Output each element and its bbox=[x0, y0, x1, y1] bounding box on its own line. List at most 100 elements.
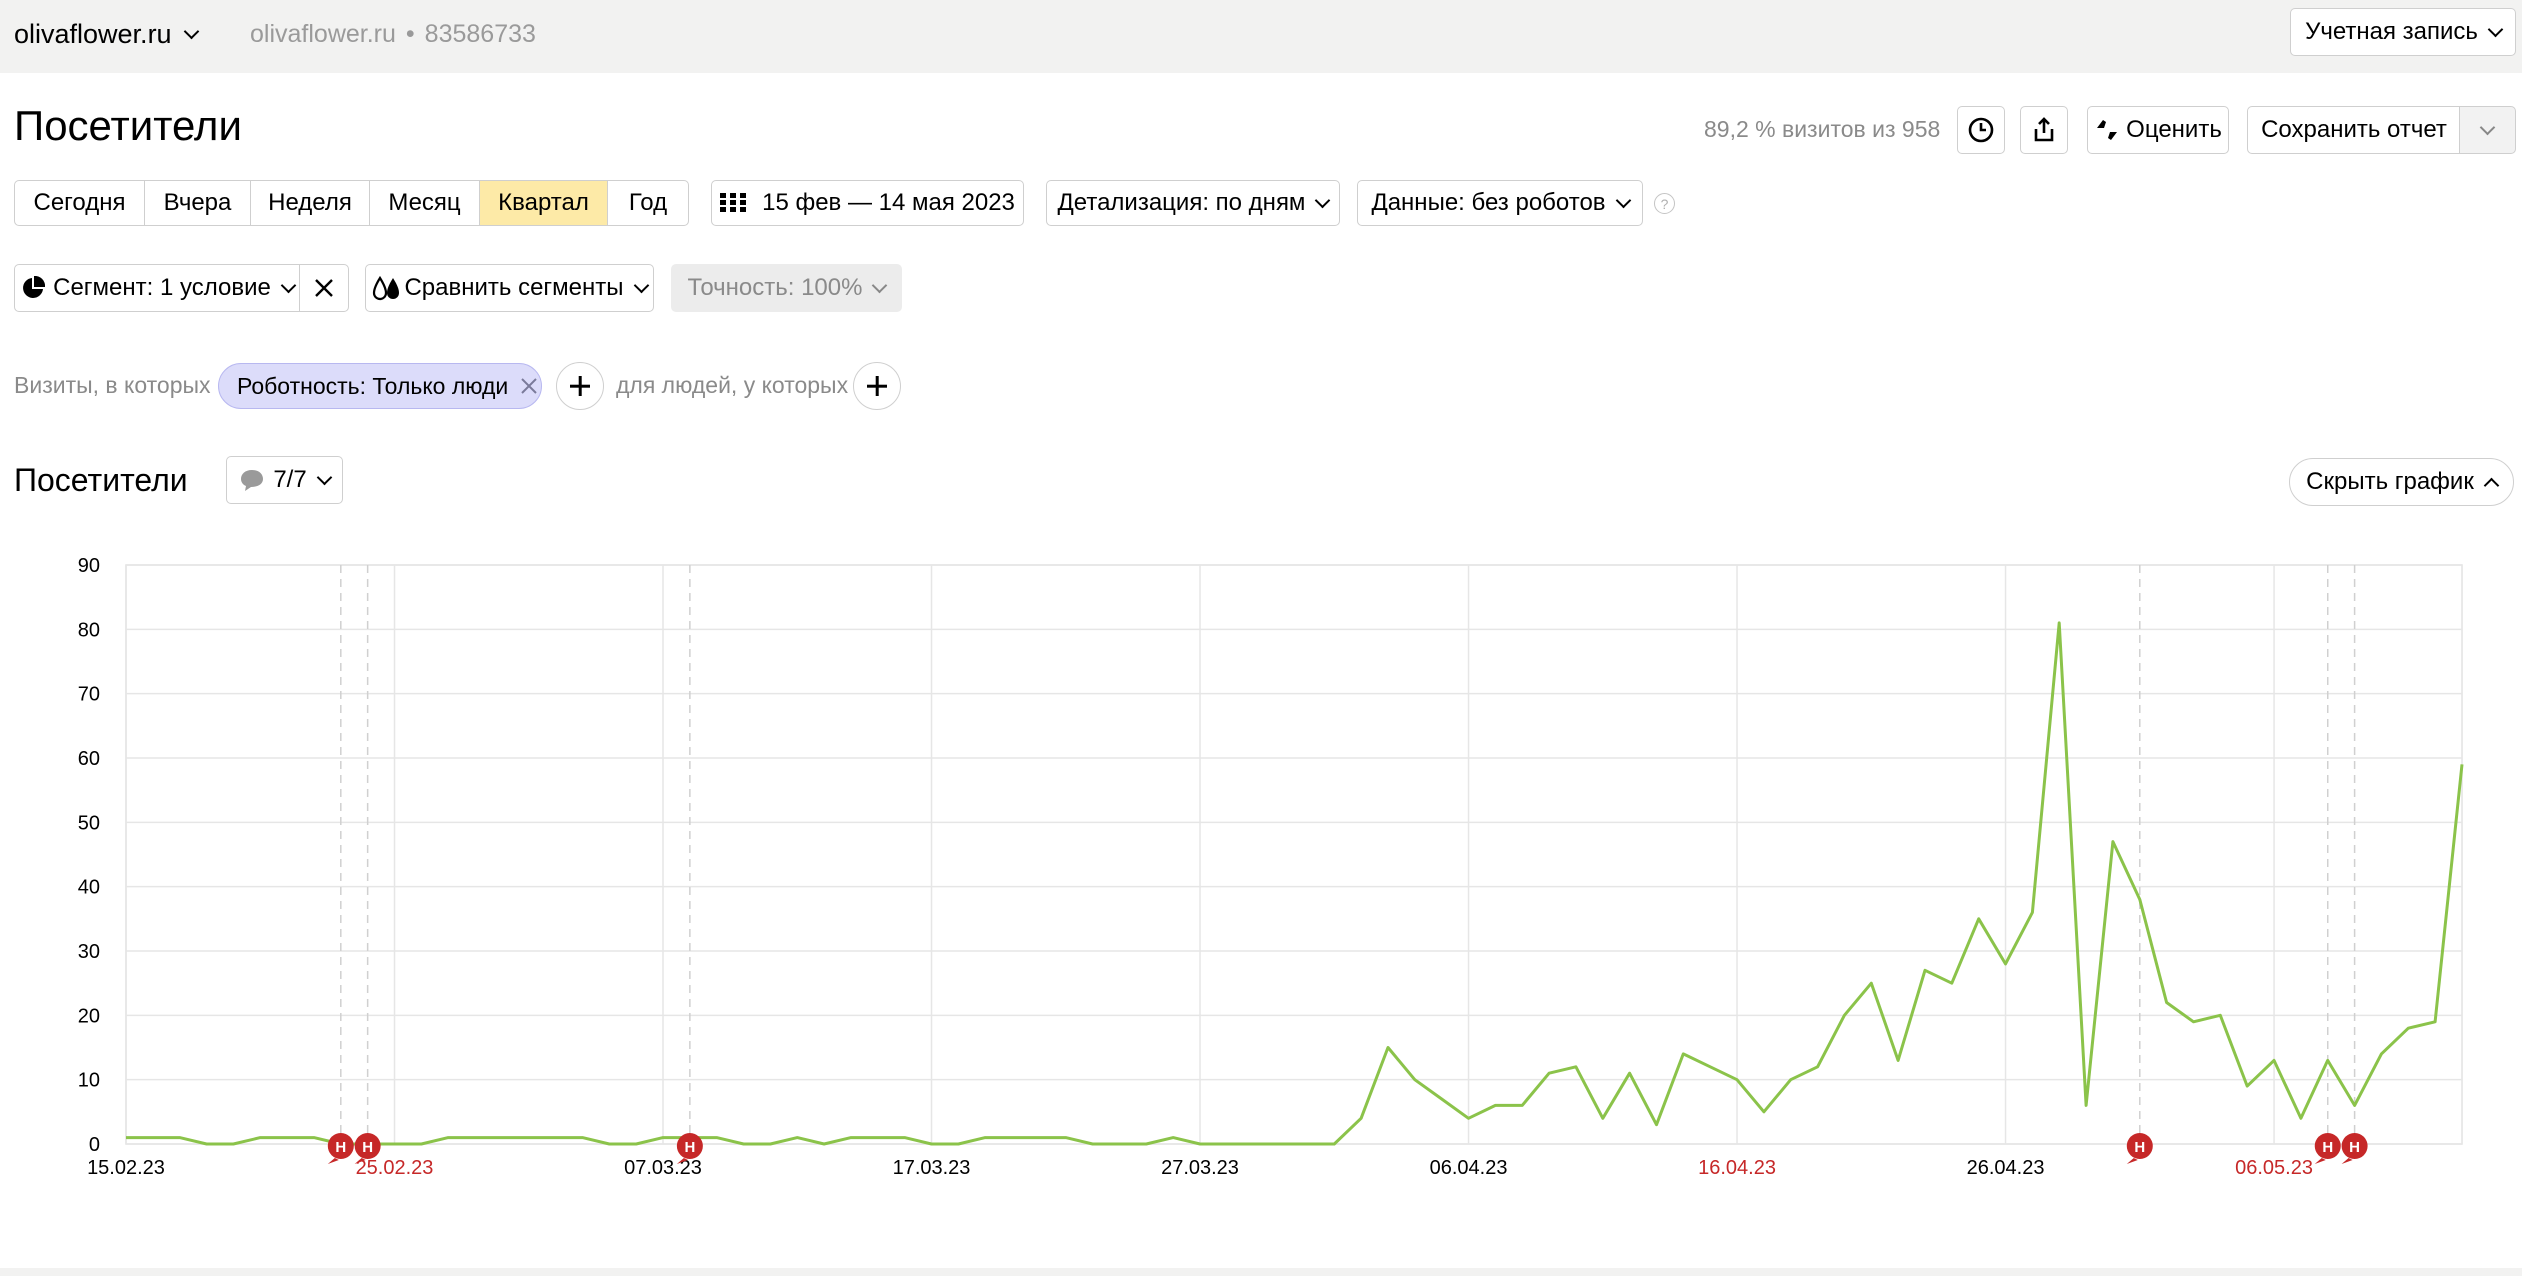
y-axis: 0 10 20 30 40 50 60 70 80 90 bbox=[78, 555, 100, 1156]
close-icon bbox=[315, 279, 333, 297]
site-name: olivaflower.ru bbox=[14, 18, 172, 49]
period-tab[interactable]: Неделя bbox=[251, 181, 370, 225]
segment-dropdown[interactable]: Сегмент: 1 условие bbox=[14, 264, 301, 312]
add-people-condition-button[interactable] bbox=[853, 362, 901, 410]
chevron-down-icon bbox=[2479, 119, 2496, 135]
counter-info: olivaflower.ru • 83586733 bbox=[250, 14, 536, 54]
period-tab[interactable]: Квартал bbox=[480, 181, 608, 225]
account-button[interactable]: Учетная запись bbox=[2290, 8, 2516, 56]
compare-segments-dropdown[interactable]: Сравнить сегменты bbox=[365, 264, 654, 312]
note-marker-glyph: Н bbox=[2349, 1139, 2360, 1156]
note-marker-tail bbox=[327, 1158, 339, 1164]
x-tick-label: 06.04.23 bbox=[1430, 1157, 1508, 1179]
account-label: Учетная запись bbox=[2305, 18, 2478, 45]
save-report-label: Сохранить отчет bbox=[2261, 116, 2447, 143]
date-range-label: 15 фев — 14 мая 2023 bbox=[762, 189, 1015, 216]
chart-title: Посетители bbox=[14, 462, 188, 498]
help-icon[interactable]: ? bbox=[1654, 193, 1675, 214]
rate-button[interactable]: Оценить bbox=[2087, 106, 2229, 154]
x-tick-label: 06.05.23 bbox=[2235, 1157, 2313, 1179]
rate-label: Оценить bbox=[2126, 116, 2222, 143]
chevron-down-icon bbox=[183, 23, 199, 39]
note-marker-icon[interactable]: Н bbox=[2314, 1133, 2341, 1164]
x-tick-label: 07.03.23 bbox=[624, 1157, 702, 1179]
pie-chart-icon bbox=[23, 276, 46, 298]
detail-label: Детализация: по дням bbox=[1057, 189, 1306, 216]
visitors-line-chart: 0 10 20 30 40 50 60 70 80 90 15.02.23 25.02.23 07.0… bbox=[78, 555, 2464, 1179]
note-marker-glyph: Н bbox=[2134, 1139, 2145, 1156]
people-prefix: для людей, у которых bbox=[616, 372, 849, 398]
chevron-down-icon bbox=[280, 277, 297, 293]
site-sub: olivaflower.ru bbox=[250, 19, 396, 48]
data-filter-label: Данные: без роботов bbox=[1371, 189, 1606, 216]
y-tick-label: 30 bbox=[78, 941, 100, 963]
date-range-picker[interactable]: 15 фев — 14 мая 2023 bbox=[711, 180, 1024, 226]
y-tick-label: 20 bbox=[78, 1005, 100, 1027]
counter-id: 83586733 bbox=[424, 19, 536, 48]
calendar-icon bbox=[720, 193, 747, 212]
x-axis: 15.02.23 25.02.23 07.03.23 17.03.23 27.03.23… bbox=[87, 1157, 2313, 1179]
note-marker-glyph: Н bbox=[362, 1139, 373, 1156]
series-line bbox=[126, 621, 2464, 1146]
note-marker-icon[interactable]: Н bbox=[2126, 1133, 2153, 1164]
comment-icon bbox=[241, 470, 264, 491]
period-tab[interactable]: Месяц bbox=[370, 181, 480, 225]
hide-chart-button[interactable]: Скрыть график bbox=[2289, 458, 2514, 506]
note-marker-tail bbox=[2314, 1158, 2326, 1164]
chevron-down-icon bbox=[2487, 21, 2504, 37]
note-marker-tail bbox=[2341, 1158, 2353, 1164]
chevron-down-icon bbox=[1315, 192, 1331, 208]
note-marker-icon[interactable]: Н bbox=[327, 1133, 354, 1164]
save-report-button[interactable]: Сохранить отчет bbox=[2247, 106, 2461, 154]
visits-prefix: Визиты, в которых bbox=[14, 372, 211, 398]
segment-label: Сегмент: 1 условие bbox=[53, 274, 271, 301]
period-tab[interactable]: Вчера bbox=[145, 181, 251, 225]
page-title: Посетители bbox=[14, 102, 242, 149]
period-tab[interactable]: Сегодня bbox=[15, 181, 145, 225]
series-group bbox=[125, 621, 2464, 1146]
close-icon[interactable] bbox=[520, 377, 538, 395]
x-tick-label: 15.02.23 bbox=[87, 1157, 165, 1179]
note-marker-glyph: Н bbox=[684, 1139, 695, 1156]
dot-separator: • bbox=[405, 19, 415, 48]
note-lines bbox=[340, 565, 2356, 1144]
drops-icon bbox=[373, 275, 400, 301]
save-report-menu-button[interactable] bbox=[2459, 106, 2516, 154]
clock-icon bbox=[1968, 117, 1994, 143]
accuracy-label: Точность: 100% bbox=[687, 274, 863, 301]
y-tick-label: 80 bbox=[78, 619, 100, 641]
notes-dropdown[interactable]: 7/7 bbox=[226, 456, 343, 504]
top-bar: olivaflower.ru olivaflower.ru • 83586733… bbox=[0, 0, 2522, 73]
y-tick-label: 90 bbox=[78, 555, 100, 577]
y-tick-label: 70 bbox=[78, 684, 100, 706]
period-tab[interactable]: Год bbox=[608, 181, 688, 225]
site-selector[interactable]: olivaflower.ru bbox=[14, 14, 199, 54]
y-tick-label: 10 bbox=[78, 1070, 100, 1092]
x-tick-label: 27.03.23 bbox=[1161, 1157, 1239, 1179]
x-tick-label: 25.02.23 bbox=[356, 1157, 434, 1179]
chevron-down-icon bbox=[1615, 192, 1631, 208]
notes-count: 7/7 bbox=[273, 466, 307, 493]
segment-clear-button[interactable] bbox=[299, 264, 349, 312]
compare-segments-label: Сравнить сегменты bbox=[404, 274, 624, 301]
detail-dropdown[interactable]: Детализация: по дням bbox=[1046, 180, 1340, 226]
history-button[interactable] bbox=[1957, 106, 2005, 154]
add-visit-condition-button[interactable] bbox=[556, 362, 604, 410]
hide-chart-label: Скрыть график bbox=[2306, 468, 2474, 495]
visits-info: 89,2 % визитов из 958 bbox=[1704, 116, 1941, 142]
accuracy-dropdown[interactable]: Точность: 100% bbox=[671, 264, 902, 312]
thumbs-icon bbox=[2097, 120, 2118, 140]
chevron-up-icon bbox=[2483, 477, 2500, 493]
chevron-down-icon bbox=[872, 277, 888, 293]
y-tick-label: 60 bbox=[78, 748, 100, 770]
note-marker-glyph: Н bbox=[335, 1139, 346, 1156]
robot-filter-chip[interactable]: Роботность: Только люди bbox=[218, 363, 542, 409]
export-button[interactable] bbox=[2020, 106, 2068, 154]
share-icon bbox=[2034, 117, 2054, 142]
data-filter-dropdown[interactable]: Данные: без роботов bbox=[1357, 180, 1643, 226]
y-tick-label: 50 bbox=[78, 812, 100, 834]
robot-filter-label: Роботность: Только люди bbox=[237, 372, 509, 399]
chevron-down-icon bbox=[633, 277, 649, 293]
note-marker-icon[interactable]: Н bbox=[2341, 1133, 2368, 1164]
x-tick-label: 16.04.23 bbox=[1698, 1157, 1776, 1179]
